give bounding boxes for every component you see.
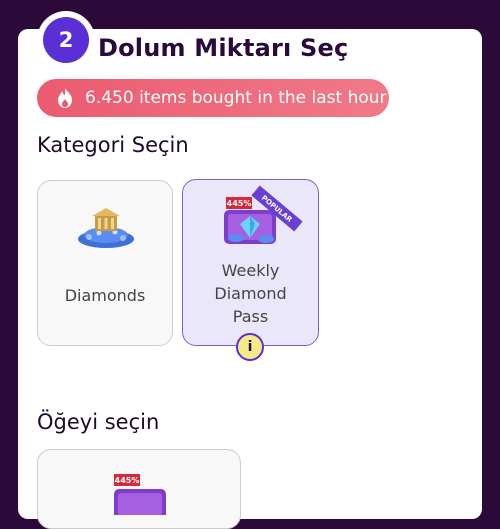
step-number-badge: 2 [43,17,89,63]
category-tile-diamonds[interactable]: Diamonds [37,180,173,346]
flame-icon [58,88,72,108]
promo-text: 6.450 items bought in the last hour [85,88,387,108]
category-section-title: Kategori Seçin [37,133,189,157]
step-title: Dolum Miktarı Seç [98,34,349,62]
info-icon[interactable]: i [236,333,264,361]
diamond-pile-icon [78,208,134,248]
diamond-pass-icon [114,489,166,515]
item-tile[interactable]: 445% [37,449,241,529]
category-tile-weekly-diamond-pass[interactable]: 445% POPULAR Weekly Diamond Pass [182,179,319,346]
category-label-diamonds: Diamonds [64,286,146,305]
category-label-weekly-diamond-pass: Weekly Diamond Pass [214,261,287,326]
discount-tag: 445% [226,197,252,209]
item-section-title: Öğeyi seçin [37,410,160,434]
promo-banner: 6.450 items bought in the last hour [37,79,389,117]
item-discount-tag: 445% [114,474,140,486]
